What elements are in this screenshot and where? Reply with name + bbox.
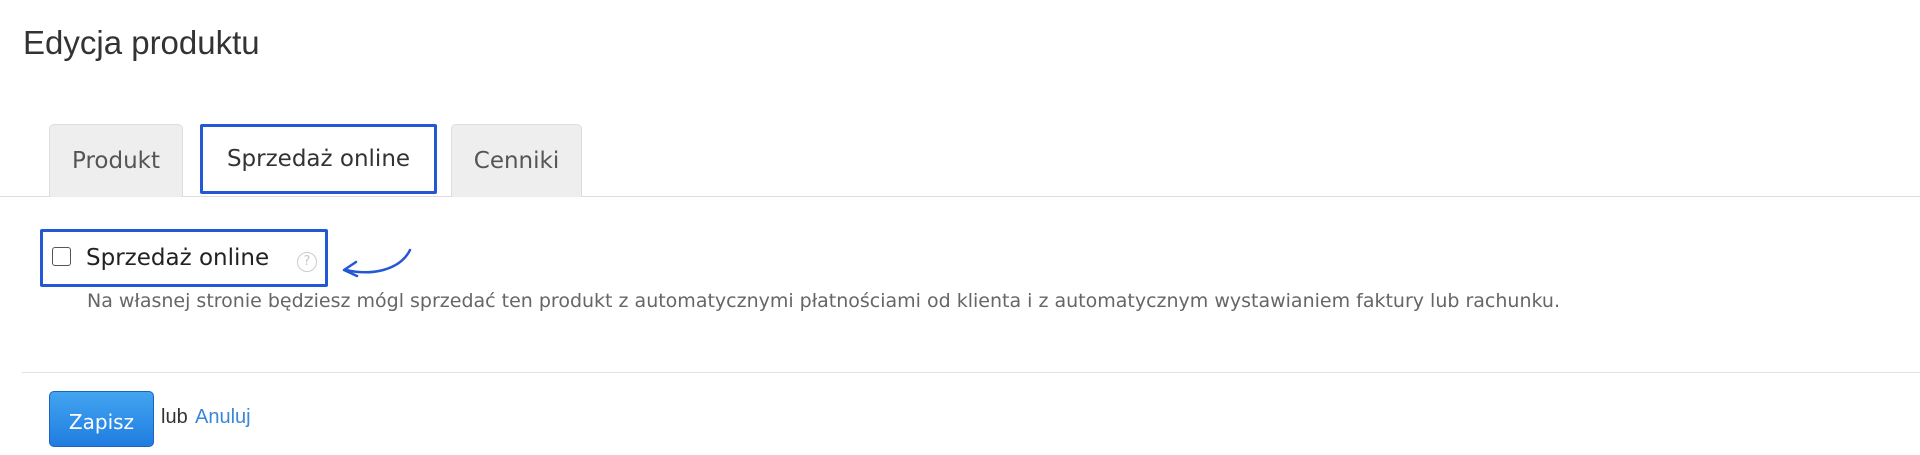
- or-text: lub: [161, 406, 188, 428]
- form-divider: [22, 372, 1920, 373]
- cancel-link[interactable]: Anuluj: [195, 406, 251, 429]
- arrow-annotation-icon: [342, 248, 412, 278]
- online-sales-label[interactable]: Sprzedaż online: [86, 245, 269, 271]
- tab-sprzedaz-online[interactable]: Sprzedaż online: [200, 124, 437, 194]
- online-sales-description: Na własnej stronie będziesz mógl sprzeda…: [87, 290, 1561, 312]
- tab-produkt[interactable]: Produkt: [49, 124, 183, 197]
- tab-bar-divider: [0, 196, 1920, 197]
- tab-bar: Produkt Sprzedaż online Cenniki: [0, 124, 1920, 197]
- help-icon[interactable]: ?: [297, 252, 317, 272]
- online-sales-checkbox[interactable]: [52, 247, 71, 266]
- tab-cenniki[interactable]: Cenniki: [451, 124, 582, 197]
- page-title: Edycja produktu: [23, 24, 260, 61]
- save-button[interactable]: Zapisz: [49, 391, 154, 447]
